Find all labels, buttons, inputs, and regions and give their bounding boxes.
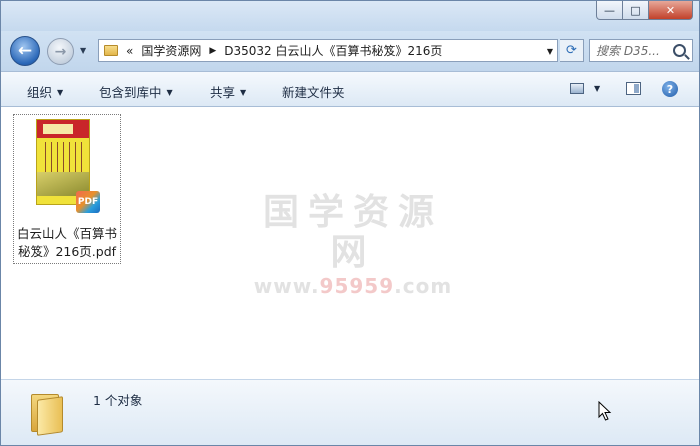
close-button[interactable]: ✕	[649, 1, 693, 20]
chevron-down-icon: ▼	[594, 84, 601, 93]
watermark-url-number: 95959	[319, 274, 395, 298]
watermark-url-suffix: .com	[394, 274, 453, 298]
pdf-thumbnail: PDF	[36, 119, 100, 213]
include-library-button[interactable]: 包含到库中 ▼	[99, 82, 173, 101]
file-list-area[interactable]: PDF 白云山人《百算书秘笈》216页.pdf 国学资源网 www.95959.…	[1, 107, 699, 379]
help-icon[interactable]: ?	[662, 81, 678, 97]
item-count-text: 1 个对象	[93, 393, 143, 408]
watermark: 国学资源网 www.95959.com	[243, 193, 463, 299]
share-button[interactable]: 共享 ▼	[210, 82, 246, 101]
recent-pages-button[interactable]: ▼	[80, 46, 86, 55]
folder-icon	[29, 388, 67, 436]
address-dropdown-icon[interactable]: ▼	[547, 47, 553, 56]
breadcrumb-item-guoxue[interactable]: 国学资源网	[137, 42, 205, 59]
back-arrow-icon: ←	[17, 41, 33, 61]
file-item-pdf[interactable]: PDF 白云山人《百算书秘笈》216页.pdf	[13, 114, 121, 264]
window-controls: — □ ✕	[596, 1, 693, 20]
refresh-button[interactable]: ⟳	[560, 39, 584, 62]
chevron-down-icon: ▼	[166, 88, 173, 97]
details-pane: 1 个对象	[1, 379, 699, 445]
file-name-label[interactable]: 白云山人《百算书秘笈》216页.pdf	[14, 225, 120, 261]
organize-button[interactable]: 组织 ▼	[27, 82, 63, 101]
book-title-band	[37, 120, 89, 138]
share-label: 共享	[210, 85, 236, 100]
command-bar: 组织 ▼ 包含到库中 ▼ 共享 ▼ 新建文件夹 ▼ ?	[1, 71, 699, 107]
organize-label: 组织	[27, 85, 53, 100]
maximize-button[interactable]: □	[623, 1, 649, 20]
change-view-icon[interactable]	[570, 83, 584, 94]
minimize-button[interactable]: —	[596, 1, 623, 20]
preview-pane-icon[interactable]	[626, 82, 641, 95]
title-bar: — □ ✕	[1, 1, 699, 31]
watermark-title: 国学资源网	[262, 192, 443, 273]
refresh-icon: ⟳	[566, 43, 577, 58]
new-folder-label: 新建文件夹	[282, 85, 345, 100]
breadcrumb-item-current[interactable]: D35032 白云山人《百算书秘笈》216页	[220, 42, 446, 59]
explorer-window: — □ ✕ ← → ▼ « 国学资源网 ▶ D35032 白云山人《百算书秘笈》…	[0, 0, 700, 446]
folder-icon	[104, 45, 118, 56]
search-icon[interactable]	[673, 44, 686, 57]
view-options-dropdown[interactable]: ▼	[594, 84, 600, 93]
breadcrumb-overflow[interactable]: «	[122, 44, 137, 58]
mouse-cursor-icon	[598, 401, 612, 421]
folder-front-shape	[37, 396, 63, 436]
watermark-url-prefix: www.	[253, 274, 320, 298]
new-folder-button[interactable]: 新建文件夹	[282, 82, 345, 101]
forward-button[interactable]: →	[47, 38, 74, 65]
chevron-down-icon: ▼	[80, 46, 87, 55]
help-glyph: ?	[666, 82, 674, 96]
watermark-url: www.95959.com	[243, 273, 463, 299]
forward-arrow-icon: →	[54, 43, 67, 60]
chevron-down-icon: ▼	[240, 88, 247, 97]
breadcrumb-separator-icon[interactable]: ▶	[205, 46, 220, 56]
search-box[interactable]	[589, 39, 693, 62]
pdf-icon: PDF	[76, 191, 100, 213]
navigation-row: ← → ▼ « 国学资源网 ▶ D35032 白云山人《百算书秘笈》216页 ▼…	[1, 31, 699, 71]
search-input[interactable]	[590, 42, 676, 59]
include-library-label: 包含到库中	[99, 85, 162, 100]
back-button[interactable]: ←	[10, 36, 40, 66]
address-bar[interactable]: « 国学资源网 ▶ D35032 白云山人《百算书秘笈》216页 ▼	[98, 39, 558, 62]
chevron-down-icon: ▼	[57, 88, 64, 97]
